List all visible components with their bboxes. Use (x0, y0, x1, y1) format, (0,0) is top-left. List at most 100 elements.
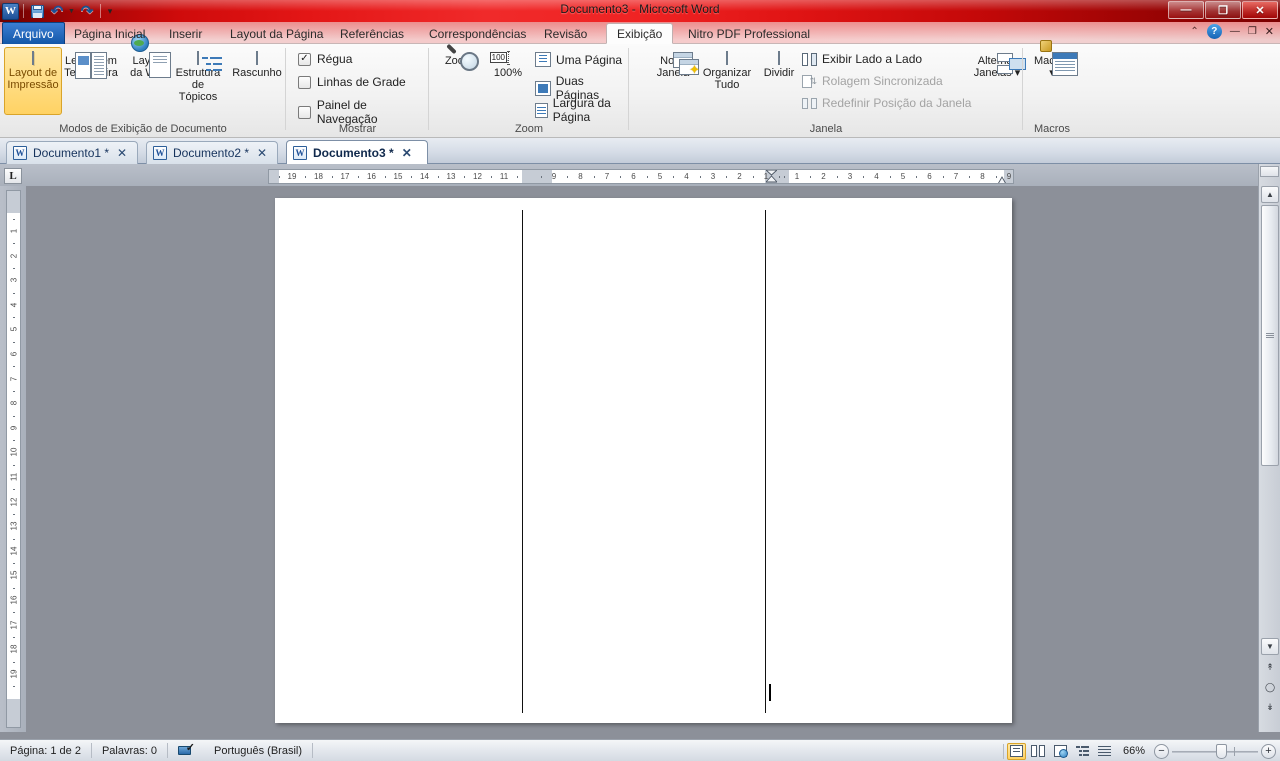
ruler-tick (810, 176, 812, 178)
ruler-gutter-1 (522, 170, 552, 183)
document-page[interactable] (275, 198, 1012, 723)
vruler-tick-label: 11 (9, 472, 19, 482)
right-indent-marker[interactable] (997, 174, 1007, 183)
ruler-tick-label: 9 (1006, 172, 1012, 181)
doc-tab-documento3[interactable]: W Documento3 * ✕ (286, 140, 428, 164)
synchronous-scrolling-icon: ⇅ (802, 74, 817, 88)
button-zoom[interactable]: Zoom (435, 43, 483, 115)
status-proofing[interactable]: ✓ (168, 742, 204, 759)
minimize-button[interactable]: — (1168, 1, 1204, 19)
vruler-tick-label: 19 (9, 669, 19, 679)
restore-button[interactable]: ❐ (1205, 1, 1241, 19)
doc-tab-documento1[interactable]: W Documento1 * ✕ (6, 141, 138, 164)
doc-tab-close-icon[interactable]: ✕ (257, 146, 267, 160)
doc-tab-documento2[interactable]: W Documento2 * ✕ (146, 141, 278, 164)
button-organizar-tudo[interactable]: Organizar Tudo (699, 47, 755, 115)
tab-exibicao[interactable]: Exibição (606, 23, 674, 44)
print-layout-icon (1009, 745, 1023, 757)
vruler-tick (13, 440, 15, 442)
ruler-tick (593, 176, 595, 178)
doc-tab-label: Documento3 * (313, 145, 394, 160)
vruler-tick (13, 563, 15, 565)
tab-correspondencias[interactable]: Correspondências (419, 23, 536, 44)
split-window-box[interactable] (1260, 166, 1279, 177)
checkbox-painel-de-navegacao[interactable]: Painel de Navegação (298, 98, 429, 126)
ribbon: Layout de Impressão Leitura em Tela Inte… (0, 34, 1280, 138)
button-rolagem-sincronizada: ⇅ Rolagem Sincronizada (802, 74, 943, 88)
tab-referencias[interactable]: Referências (330, 23, 414, 44)
ruler-tick-label: 17 (340, 172, 350, 181)
tab-nitro-pdf-professional[interactable]: Nitro PDF Professional (678, 23, 820, 44)
button-nova-janela[interactable]: ✦ Nova Janela (647, 47, 700, 115)
checkbox-linhas-de-grade[interactable]: Linhas de Grade (298, 75, 406, 89)
view-button-web-layout[interactable] (1051, 743, 1070, 760)
status-page-info[interactable]: Página: 1 de 2 (0, 742, 91, 759)
checkbox-regua-box[interactable]: ✓ (298, 52, 311, 66)
ribbon-group-window: ✦ Nova Janela Organizar Tudo Dividir Exi… (629, 44, 1026, 137)
next-page-icon[interactable]: ↡ (1261, 698, 1279, 716)
button-zoom-100[interactable]: 100 100% (484, 47, 532, 115)
zoom-out-button[interactable]: − (1154, 743, 1169, 759)
checkbox-regua[interactable]: ✓ Régua (298, 52, 352, 66)
zoom-slider[interactable] (1172, 743, 1258, 759)
view-button-draft[interactable] (1095, 743, 1114, 760)
doc-restore-icon[interactable]: ❐ (1248, 26, 1257, 37)
scroll-up-button[interactable]: ▲ (1261, 186, 1279, 203)
minimize-ribbon-icon[interactable]: ⌃ (1190, 26, 1198, 37)
close-button[interactable]: ✕ (1242, 1, 1278, 19)
tab-arquivo[interactable]: Arquivo (2, 22, 65, 44)
select-browse-object-icon[interactable]: ◯ (1261, 678, 1279, 696)
ruler-tick-label: 7 (953, 172, 959, 181)
scroll-down-button[interactable]: ▼ (1261, 638, 1279, 655)
doc-close-icon[interactable]: ✕ (1265, 25, 1274, 38)
column-separator-1 (522, 210, 523, 713)
button-estrutura-de-topicos[interactable]: Estrutura de Tópicos (172, 47, 224, 115)
tab-layout-da-pagina[interactable]: Layout da Página (220, 23, 333, 44)
tab-pagina-inicial[interactable]: Página Inicial (64, 23, 155, 44)
vruler-tick-label: 3 (9, 277, 19, 283)
tab-revisao[interactable]: Revisão (534, 23, 597, 44)
button-macros[interactable]: Macros ▾ (1025, 40, 1079, 115)
status-word-count[interactable]: Palavras: 0 (92, 742, 167, 759)
button-dividir[interactable]: Dividir (755, 47, 803, 115)
ruler-tick (278, 176, 280, 178)
view-button-full-screen-reading[interactable] (1029, 743, 1048, 760)
tab-inserir[interactable]: Inserir (159, 23, 212, 44)
zoom-in-button[interactable]: + (1261, 743, 1276, 759)
horizontal-ruler[interactable]: 19 18 17 16 15 14 13 12 11 9 8 7 6 5 4 3 2 1 1 2 3 4 5 6 7 8 9 (268, 169, 1014, 184)
button-exibir-lado-a-lado[interactable]: Exibir Lado a Lado (802, 52, 922, 66)
view-button-print-layout[interactable] (1006, 742, 1026, 760)
view-button-outline[interactable] (1073, 743, 1092, 760)
ruler-tick-label: 2 (737, 172, 742, 181)
web-layout-icon (1053, 745, 1068, 758)
doc-tab-close-icon[interactable]: ✕ (402, 146, 412, 160)
button-layout-de-impressao[interactable]: Layout de Impressão (4, 47, 62, 115)
document-canvas[interactable] (26, 186, 1258, 732)
button-leitura-em-tela-inteira[interactable]: Leitura em Tela Inteira (62, 47, 120, 115)
button-rascunho[interactable]: Rascunho (228, 47, 286, 115)
status-language[interactable]: Português (Brasil) (204, 742, 312, 759)
zoom-slider-handle[interactable] (1216, 743, 1227, 759)
vertical-scrollbar[interactable]: ▲ ▼ ↟ ◯ ↡ (1258, 164, 1280, 732)
doc-tab-close-icon[interactable]: ✕ (117, 146, 127, 160)
checkbox-linhas-de-grade-box[interactable] (298, 75, 311, 89)
vruler-tick-label: 2 (9, 253, 19, 258)
vruler-tick (13, 292, 15, 294)
zoom-level-label[interactable]: 66% (1117, 745, 1151, 757)
word-application-window: W ↶ ▼ ↷ ▾ Documento3 - Microsoft Word — … (0, 0, 1280, 761)
vruler-tick-label: 7 (9, 376, 19, 381)
help-icon[interactable]: ? (1206, 24, 1222, 39)
button-largura-da-pagina[interactable]: Largura da Página (535, 96, 629, 124)
full-screen-reading-icon (1031, 745, 1046, 757)
vertical-ruler[interactable]: 1 2 3 4 5 6 7 8 9 10 11 12 13 14 15 16 17 18 19 (6, 190, 21, 728)
button-layout-da-web[interactable]: Layout da Web (120, 34, 178, 115)
checkbox-painel-de-navegacao-box[interactable] (298, 105, 311, 119)
button-uma-pagina[interactable]: Uma Página (535, 52, 622, 67)
scrollbar-thumb[interactable] (1261, 205, 1279, 466)
previous-page-icon[interactable]: ↟ (1261, 658, 1279, 676)
indent-markers[interactable] (764, 170, 779, 183)
doc-minimize-icon[interactable]: — (1230, 26, 1240, 37)
ruler-tick-label: 15 (393, 172, 403, 181)
tab-stop-selector[interactable]: L (4, 168, 22, 184)
button-alternar-janelas[interactable]: Alternar Janelas ▾ (969, 47, 1026, 115)
